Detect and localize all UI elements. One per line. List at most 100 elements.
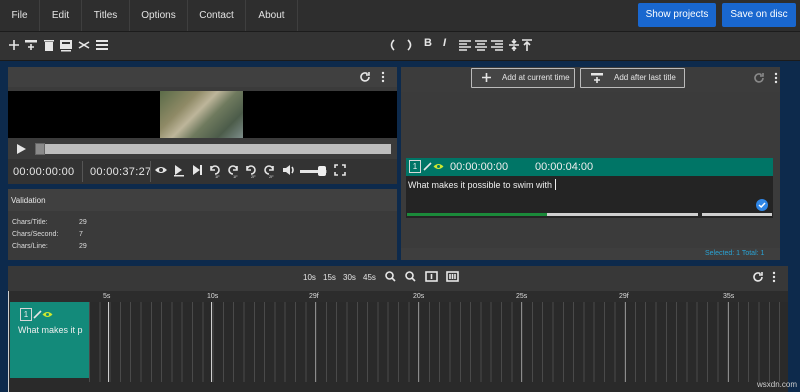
valign-middle-icon[interactable] — [507, 38, 521, 52]
duration-timecode: 00:00:37:27 — [90, 166, 152, 178]
toolbar: B I — [0, 32, 800, 61]
divider — [150, 161, 151, 182]
align-icon[interactable] — [95, 38, 109, 52]
align-left-icon[interactable] — [458, 38, 472, 52]
timeline-ruler[interactable] — [8, 291, 788, 302]
more-options-icon[interactable] — [381, 71, 385, 83]
refresh-icon[interactable] — [359, 71, 371, 83]
title-text[interactable]: What makes it possible to swim with — [408, 180, 552, 190]
align-right-icon[interactable] — [490, 38, 504, 52]
valign-top-icon[interactable] — [520, 38, 534, 52]
frame-step-label: 1F — [215, 174, 220, 179]
frame-step-label: 2F — [269, 174, 274, 179]
ruler-label: 20s — [413, 293, 425, 300]
add-at-current-time-label: Add at current time — [502, 73, 570, 82]
frame-step-label: 2F — [251, 174, 256, 179]
menu-bar: File Edit Titles Options Contact About S… — [0, 0, 800, 32]
text-cursor — [555, 179, 556, 190]
current-timecode: 00:00:00:00 — [13, 166, 75, 178]
insert-title-icon[interactable] — [24, 38, 38, 52]
zoom-30s[interactable]: 30s — [343, 273, 356, 282]
validation-label: Chars/Second: — [12, 231, 59, 238]
title-duration-track — [547, 213, 698, 216]
zoom-15s[interactable]: 15s — [323, 273, 336, 282]
ruler-label: 10s — [207, 293, 219, 300]
refresh-icon[interactable] — [753, 72, 765, 84]
divider — [82, 161, 83, 182]
validation-title: Validation — [11, 196, 46, 205]
bold-button[interactable]: B — [424, 36, 432, 50]
edit-icon[interactable] — [423, 161, 433, 171]
validation-value: 29 — [79, 243, 87, 250]
player-header — [8, 67, 397, 87]
validation-label: Chars/Title: — [12, 219, 48, 226]
add-at-current-time-button[interactable]: Add at current time — [471, 68, 575, 88]
play-selection-icon[interactable] — [172, 163, 186, 177]
italic-button[interactable]: I — [443, 36, 446, 50]
volume-slider-handle[interactable] — [318, 166, 326, 176]
eye-icon[interactable] — [433, 162, 444, 171]
save-on-disc-button[interactable]: Save on disc — [722, 3, 796, 27]
play-icon[interactable] — [14, 142, 28, 156]
volume-icon[interactable] — [282, 163, 296, 177]
validation-value: 29 — [79, 219, 87, 226]
timeline-start-line — [8, 291, 9, 392]
menu-about[interactable]: About — [246, 0, 298, 31]
timeline-grid — [89, 302, 787, 382]
menu-options[interactable]: Options — [130, 0, 188, 31]
zoom-out-icon[interactable] — [405, 271, 416, 282]
plus-icon[interactable] — [7, 38, 21, 52]
title-duration-bar — [407, 213, 547, 216]
bracket-right-icon[interactable] — [403, 38, 417, 52]
ruler-label: 25s — [516, 293, 528, 300]
fullscreen-icon[interactable] — [333, 163, 347, 177]
check-icon[interactable] — [756, 199, 768, 211]
align-center-icon[interactable] — [474, 38, 488, 52]
ruler-label: 35s — [723, 293, 735, 300]
eye-icon[interactable] — [42, 310, 53, 319]
menu-titles[interactable]: Titles — [82, 0, 130, 31]
plus-icon — [481, 72, 492, 83]
watermark: wsxdn.com — [757, 380, 798, 389]
validation-header — [8, 189, 397, 211]
fit-icon[interactable] — [425, 271, 438, 282]
more-options-icon[interactable] — [774, 72, 778, 84]
validation-label: Chars/Line: — [12, 243, 48, 250]
ruler-label: 5s — [103, 293, 111, 300]
seek-handle[interactable] — [35, 143, 45, 155]
split-icon[interactable] — [77, 38, 91, 52]
selection-status: Selected: 1 Total: 1 — [705, 250, 765, 257]
clip-index: 1 — [20, 308, 32, 321]
menu-contact[interactable]: Contact — [188, 0, 246, 31]
title-duration-track — [702, 213, 772, 216]
ruler-label: 29f — [619, 293, 629, 300]
bracket-left-icon[interactable] — [385, 38, 399, 52]
validation-value: 7 — [79, 231, 83, 238]
menu-edit[interactable]: Edit — [40, 0, 82, 31]
play-to-end-icon[interactable] — [190, 163, 204, 177]
zoom-45s[interactable]: 45s — [363, 273, 376, 282]
zoom-10s[interactable]: 10s — [303, 273, 316, 282]
video-frame — [160, 91, 243, 138]
delete-icon[interactable] — [42, 38, 56, 52]
merge-icon[interactable] — [59, 38, 73, 52]
timeline-header — [8, 266, 788, 291]
title-index: 1 — [409, 160, 421, 173]
waveform-icon[interactable] — [446, 271, 459, 282]
clip-text: What makes it p — [18, 325, 83, 335]
refresh-icon[interactable] — [752, 271, 764, 283]
add-after-last-title-button[interactable]: Add after last title — [580, 68, 685, 88]
title-start-time[interactable]: 00:00:00:00 — [450, 161, 508, 173]
frame-step-label: 1F — [233, 174, 238, 179]
more-options-icon[interactable] — [772, 271, 776, 283]
validation-panel: Validation Chars/Title: 29 Chars/Second:… — [8, 189, 397, 260]
add-after-last-title-label: Add after last title — [614, 73, 676, 82]
insert-after-icon — [591, 72, 603, 84]
menu-file[interactable]: File — [0, 0, 40, 31]
eye-icon[interactable] — [154, 163, 168, 177]
title-end-time[interactable]: 00:00:04:00 — [535, 161, 593, 173]
zoom-in-icon[interactable] — [385, 271, 396, 282]
seek-bar[interactable] — [35, 144, 391, 154]
ruler-label: 29f — [309, 293, 319, 300]
show-projects-button[interactable]: Show projects — [638, 3, 716, 27]
